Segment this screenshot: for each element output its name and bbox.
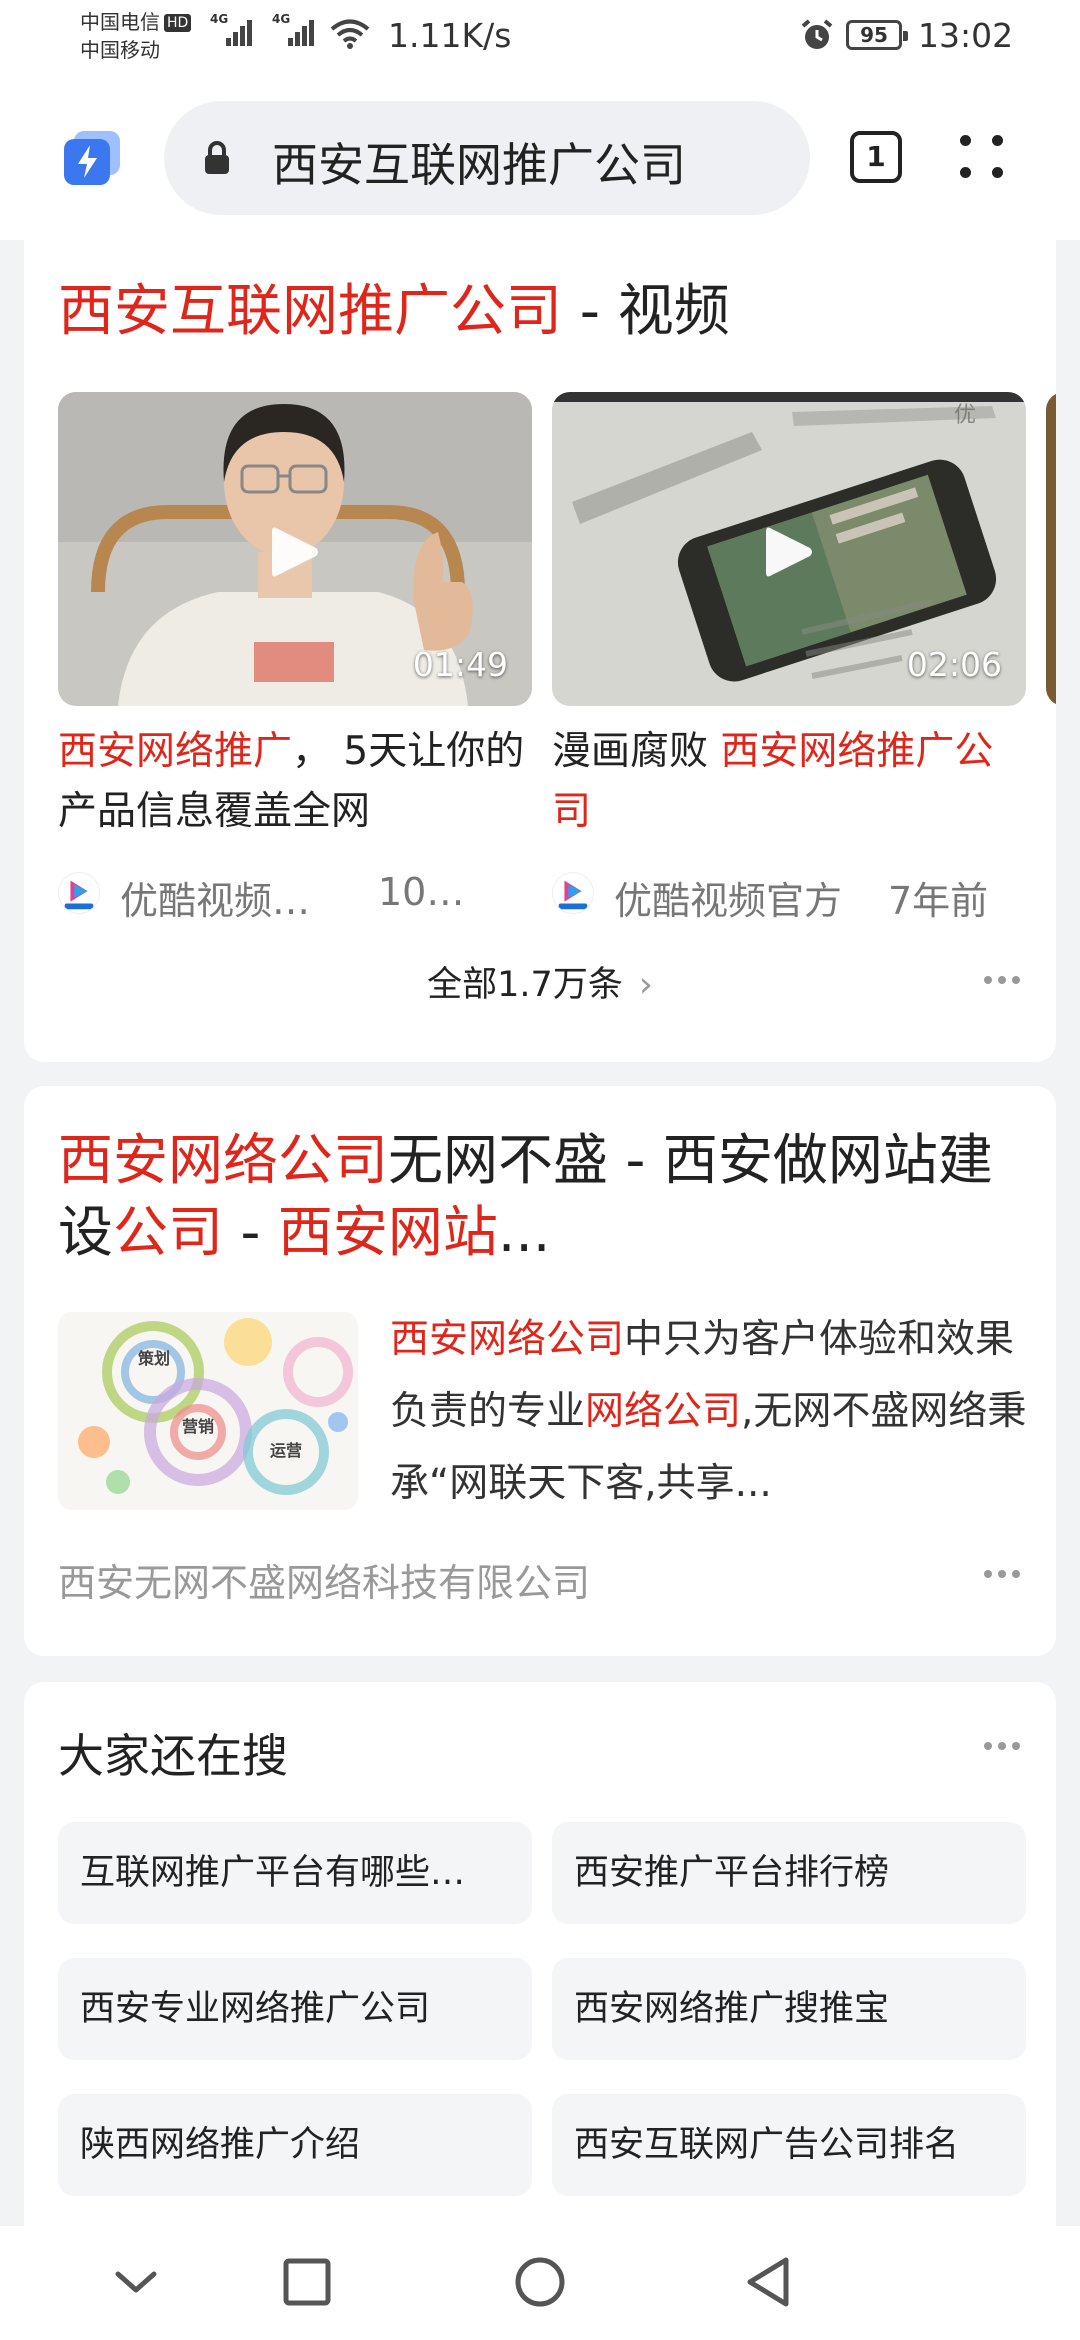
recent-apps-icon[interactable]	[282, 2254, 332, 2310]
play-icon	[272, 527, 318, 577]
video-title-highlight: 西安网络推广	[58, 729, 293, 774]
related-search-chip[interactable]: 互联网推广平台有哪些…	[58, 1822, 532, 1924]
svg-text:优: 优	[954, 403, 976, 428]
result-title[interactable]: 西安网络公司无网不盛 - 西安做网站建设公司 - 西安网站...	[58, 1124, 1018, 1268]
browser-logo-icon[interactable]	[64, 131, 122, 185]
video-section-title[interactable]: 西安互联网推广公司 - 视频	[58, 274, 730, 350]
youku-logo-icon	[552, 872, 594, 914]
result-title-highlight: 西安网络公司	[58, 1128, 389, 1192]
all-videos-link[interactable]: 全部1.7万条 ›	[24, 956, 1056, 1007]
back-icon[interactable]	[742, 2254, 796, 2310]
battery-indicator: 95	[846, 20, 908, 50]
video-duration: 02:06	[906, 645, 1002, 684]
lock-icon	[205, 141, 229, 174]
next-video-peek[interactable]	[1046, 392, 1056, 706]
video-duration: 01:49	[412, 645, 508, 684]
video-item[interactable]: 优 02:06 漫画腐败 西安网络推广公司 优酷视频官方 7年前	[552, 392, 1026, 923]
more-options-icon[interactable]	[984, 1570, 1024, 1582]
thumb-label: 运营	[270, 1441, 302, 1460]
thumb-label: 营销	[182, 1417, 214, 1436]
video-meta: 优酷视频官方 7年前	[552, 870, 1026, 923]
result-title-ellipsis: ...	[497, 1200, 551, 1264]
more-options-icon[interactable]	[984, 1742, 1024, 1754]
search-result-card: 西安网络公司无网不盛 - 西安做网站建设公司 - 西安网站... 策划 营销 运…	[24, 1086, 1056, 1656]
related-searches-title: 大家还在搜	[58, 1729, 288, 1783]
result-title-highlight: 公司	[113, 1200, 224, 1264]
address-bar: 西安互联网推广公司 1	[0, 75, 1080, 240]
hd-badge: HD	[164, 14, 192, 32]
result-snippet: 西安网络公司中只为客户体验和效果负责的专业网络公司,无网不盛网络秉承“网联天下客…	[390, 1304, 1030, 1520]
search-query[interactable]: 西安互联网推广公司	[272, 129, 686, 195]
related-search-chip[interactable]: 陕西网络推广介绍	[58, 2094, 532, 2196]
snippet-highlight: 西安网络公司	[390, 1317, 625, 1362]
related-search-chip[interactable]: 西安推广平台排行榜	[552, 1822, 1026, 1924]
status-bar: 中国电信 HD 中国移动 4G 4G 1.11K/s 95 13:02	[0, 0, 1080, 75]
wifi-icon	[330, 19, 370, 49]
video-title[interactable]: 漫画腐败 西安网络推广公司	[552, 722, 1026, 842]
video-title[interactable]: 西安网络推广， 5天让你的产品信息覆盖全网	[58, 722, 532, 842]
network-speed: 1.11K/s	[388, 16, 512, 55]
video-title-highlight: 西安互联网推广公司	[58, 279, 562, 344]
menu-icon[interactable]	[958, 127, 1008, 187]
clock: 13:02	[918, 16, 1014, 55]
video-source: 优酷视频…	[120, 879, 311, 923]
related-search-chip[interactable]: 西安专业网络推广公司	[58, 1958, 532, 2060]
video-date: 7年前	[888, 879, 989, 923]
chevron-right-icon: ›	[638, 965, 653, 1005]
result-title-text: -	[223, 1200, 278, 1264]
system-nav-bar	[0, 2226, 1080, 2340]
result-thumbnail[interactable]: 策划 营销 运营	[58, 1312, 358, 1510]
video-title-suffix: - 视频	[562, 279, 730, 344]
play-icon	[766, 527, 812, 577]
related-search-chip[interactable]: 西安互联网广告公司排名	[552, 2094, 1026, 2196]
video-date: 10…	[378, 870, 465, 914]
video-results-card: 西安互联网推广公司 - 视频 01:49 西安网络推广， 5天让你的产品信息覆盖…	[24, 240, 1056, 1062]
result-source[interactable]: 西安无网不盛网络科技有限公司	[58, 1552, 590, 1607]
more-options-icon[interactable]	[984, 976, 1024, 988]
url-box[interactable]: 西安互联网推广公司	[164, 101, 810, 215]
home-icon[interactable]	[512, 2254, 568, 2310]
carrier-1: 中国电信	[80, 10, 160, 34]
result-title-highlight: 西安网站	[277, 1200, 498, 1264]
chevron-down-icon[interactable]	[112, 2254, 160, 2310]
video-thumbnail[interactable]: 01:49	[58, 392, 532, 706]
thumb-label: 策划	[137, 1349, 170, 1368]
video-item[interactable]: 01:49 西安网络推广， 5天让你的产品信息覆盖全网 优酷视频… 10…	[58, 392, 532, 923]
snippet-highlight: 网络公司	[585, 1389, 742, 1434]
video-source: 优酷视频官方	[614, 879, 843, 923]
carrier-2: 中国移动	[80, 38, 160, 62]
video-thumbnail[interactable]: 优 02:06	[552, 392, 1026, 706]
youku-logo-icon	[58, 872, 100, 914]
tabs-button[interactable]: 1	[850, 131, 902, 183]
carrier-info: 中国电信 HD 中国移动	[80, 8, 192, 64]
video-title-text: 漫画腐败	[552, 729, 721, 774]
related-search-chip[interactable]: 西安网络推广搜推宝	[552, 1958, 1026, 2060]
video-meta: 优酷视频… 10…	[58, 870, 532, 923]
all-videos-label: 全部1.7万条	[427, 965, 623, 1005]
result-thumbnail-image: 策划 营销 运营	[58, 1312, 358, 1510]
alarm-icon	[801, 19, 833, 49]
